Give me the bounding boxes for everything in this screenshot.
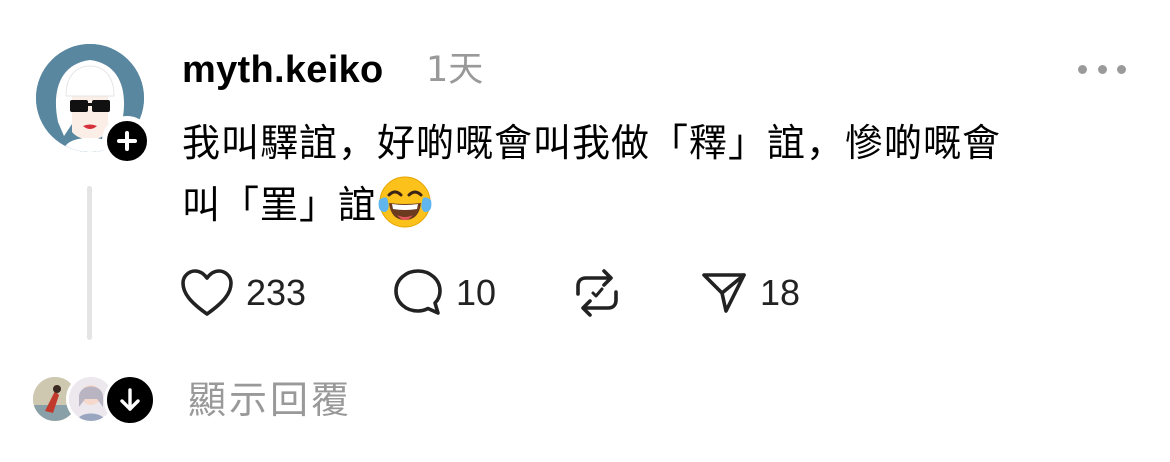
comment-count: 10 (456, 272, 497, 313)
repost-icon (576, 269, 618, 317)
like-button[interactable]: 233 (180, 266, 306, 320)
arrow-down-icon (120, 388, 140, 411)
show-replies-link[interactable]: 顯示回覆 (188, 374, 352, 426)
post-text: 我叫驛誼，好啲嘅會叫我做「釋」誼，慘啲嘅會 叫「罣」誼 (182, 112, 1122, 236)
more-options-button[interactable] (1078, 54, 1126, 84)
tears-of-joy-emoji-icon (378, 176, 432, 228)
post-text-segment: 叫「罣」誼 (182, 183, 378, 227)
send-icon (702, 273, 746, 313)
comment-button[interactable]: 10 (392, 266, 496, 320)
more-dot-icon (1097, 64, 1107, 74)
follow-button[interactable] (102, 116, 152, 166)
plus-icon (117, 131, 137, 151)
expand-replies-button[interactable] (104, 374, 156, 426)
post-text-line: 我叫驛誼，好啲嘅會叫我做「釋」誼，慘啲嘅會 (182, 121, 1002, 165)
more-dot-icon (1078, 64, 1087, 74)
share-button[interactable]: 18 (700, 266, 800, 320)
thread-line (87, 186, 92, 340)
heart-icon (181, 269, 233, 316)
post-text-line: 叫「罣」誼 (182, 174, 1122, 236)
timestamp: 1天 (426, 50, 484, 90)
comment-bubble-icon (394, 269, 442, 315)
more-dot-icon (1117, 64, 1126, 74)
repost-button[interactable] (572, 266, 622, 320)
like-count: 233 (246, 272, 307, 313)
username[interactable]: myth.keiko (182, 46, 384, 94)
share-count: 18 (760, 272, 801, 313)
